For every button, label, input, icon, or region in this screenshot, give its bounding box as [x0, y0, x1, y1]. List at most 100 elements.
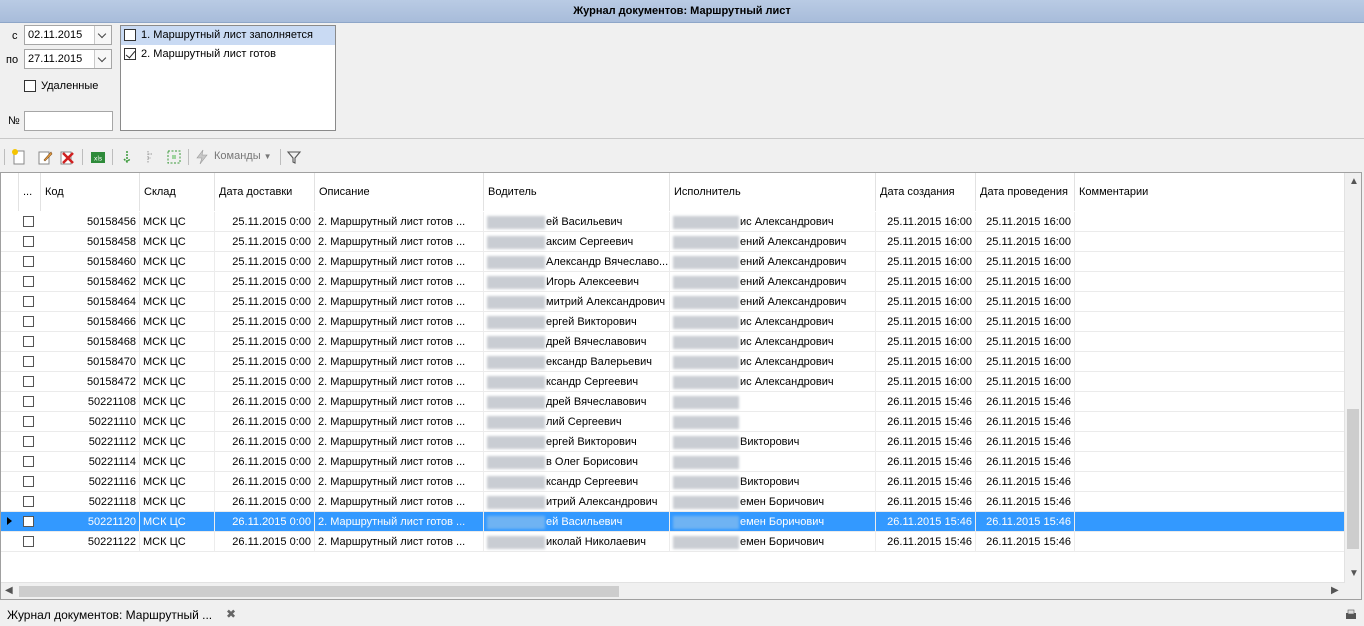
cell-posted-date-text: 26.11.2015 15:46 — [986, 476, 1071, 488]
move-down-icon[interactable] — [118, 148, 136, 166]
row-checkbox[interactable] — [23, 336, 34, 347]
step-icon[interactable] — [142, 148, 160, 166]
row-checkbox[interactable] — [23, 256, 34, 267]
cell-executor-text: ений Александрович — [740, 296, 847, 308]
row-checkbox[interactable] — [23, 416, 34, 427]
close-icon[interactable]: ✖ — [226, 607, 236, 621]
column-header-executor[interactable]: Исполнитель — [670, 173, 876, 211]
grid-select-icon[interactable] — [165, 148, 183, 166]
cell-code-text: 50221118 — [88, 496, 136, 508]
cell-warehouse: МСК ЦС — [140, 472, 215, 492]
table-row[interactable]: 50158456 МСК ЦС 25.11.2015 0:00 2. Маршрутн… — [1, 212, 1345, 232]
row-checkbox[interactable] — [23, 476, 34, 487]
cell-delivery-date-text: 25.11.2015 0:00 — [232, 256, 311, 268]
cell-code-text: 50221120 — [87, 516, 136, 528]
scroll-down-icon[interactable]: ▼ — [1349, 568, 1359, 579]
table-row[interactable]: 50158460 МСК ЦС 25.11.2015 0:00 2. Маршрутн… — [1, 252, 1345, 272]
redacted-name-block — [487, 435, 545, 449]
column-header-comments[interactable]: Комментарии — [1075, 173, 1345, 211]
cell-created-date: 25.11.2015 16:00 — [876, 312, 976, 332]
row-checkbox[interactable] — [23, 296, 34, 307]
column-header-warehouse[interactable]: Склад — [140, 173, 215, 211]
number-input[interactable] — [24, 111, 113, 131]
table-row[interactable]: 50221120 МСК ЦС 26.11.2015 0:00 2. Маршрутн… — [1, 512, 1345, 532]
table-row[interactable]: 50158468 МСК ЦС 25.11.2015 0:00 2. Маршрутн… — [1, 332, 1345, 352]
table-row[interactable]: 50158472 МСК ЦС 25.11.2015 0:00 2. Маршрутн… — [1, 372, 1345, 392]
table-row[interactable]: 50221116 МСК ЦС 26.11.2015 0:00 2. Маршрутн… — [1, 472, 1345, 492]
chevron-down-icon[interactable] — [94, 26, 111, 44]
deleted-checkbox[interactable] — [24, 80, 36, 92]
row-checkbox[interactable] — [23, 516, 34, 527]
row-checkbox[interactable] — [23, 276, 34, 287]
column-header-delivery-date[interactable]: Дата доставки — [215, 173, 315, 211]
row-checkbox[interactable] — [23, 536, 34, 547]
column-header-posted-date[interactable]: Дата проведения — [976, 173, 1075, 211]
table-row[interactable]: 50221110 МСК ЦС 26.11.2015 0:00 2. Маршрутн… — [1, 412, 1345, 432]
row-checkbox[interactable] — [23, 216, 34, 227]
row-checkbox[interactable] — [23, 356, 34, 367]
date-to-picker[interactable]: 27.11.2015 — [24, 49, 112, 69]
table-row[interactable]: 50221108 МСК ЦС 26.11.2015 0:00 2. Маршрутн… — [1, 392, 1345, 412]
cell-comments — [1075, 332, 1345, 352]
delete-icon[interactable] — [58, 148, 76, 166]
edit-document-icon[interactable] — [36, 148, 54, 166]
new-document-icon[interactable] — [10, 148, 28, 166]
date-from-picker[interactable]: 02.11.2015 — [24, 25, 112, 45]
vertical-scrollbar[interactable]: ▲ ▼ — [1344, 173, 1361, 599]
horizontal-scrollbar[interactable]: ◀ ▶ — [1, 582, 1345, 599]
row-checkbox[interactable] — [23, 436, 34, 447]
documents-grid[interactable]: ... Код Склад Дата доставки Описание Вод… — [0, 172, 1362, 600]
table-row[interactable]: 50221114 МСК ЦС 26.11.2015 0:00 2. Маршрутн… — [1, 452, 1345, 472]
column-header-code[interactable]: Код — [41, 173, 140, 211]
horizontal-scroll-thumb[interactable] — [19, 586, 619, 597]
status-item-filling[interactable]: 1. Маршрутный лист заполняется — [121, 26, 335, 45]
row-checkbox[interactable] — [23, 396, 34, 407]
cell-created-date-text: 25.11.2015 16:00 — [887, 356, 972, 368]
table-row[interactable]: 50158466 МСК ЦС 25.11.2015 0:00 2. Маршрутн… — [1, 312, 1345, 332]
cell-driver: ергей Викторович — [484, 312, 670, 332]
table-row[interactable]: 50158462 МСК ЦС 25.11.2015 0:00 2. Маршрутн… — [1, 272, 1345, 292]
cell-code: 50158460 — [41, 252, 140, 272]
table-row[interactable]: 50221118 МСК ЦС 26.11.2015 0:00 2. Маршрутн… — [1, 492, 1345, 512]
cell-delivery-date-text: 25.11.2015 0:00 — [232, 236, 311, 248]
cell-description-text: 2. Маршрутный лист готов ... — [318, 376, 466, 388]
row-checkbox[interactable] — [23, 496, 34, 507]
document-tab[interactable]: Журнал документов: Маршрутный ... — [7, 608, 212, 622]
table-row[interactable]: 50221112 МСК ЦС 26.11.2015 0:00 2. Маршрутн… — [1, 432, 1345, 452]
commands-menu-button[interactable]: Команды ▼ — [214, 150, 272, 162]
lightning-icon[interactable] — [193, 148, 211, 166]
cell-description-text: 2. Маршрутный лист готов ... — [318, 496, 466, 508]
chevron-down-icon[interactable] — [94, 50, 111, 68]
status-item-ready[interactable]: 2. Маршрутный лист готов — [121, 45, 335, 64]
scroll-up-icon[interactable]: ▲ — [1349, 176, 1359, 187]
cell-created-date-text: 25.11.2015 16:00 — [887, 336, 972, 348]
table-row[interactable]: 50221122 МСК ЦС 26.11.2015 0:00 2. Маршрутн… — [1, 532, 1345, 552]
excel-export-icon[interactable]: xls — [89, 148, 107, 166]
cell-posted-date-text: 26.11.2015 15:46 — [986, 396, 1071, 408]
cell-executor: ений Александрович — [670, 272, 876, 292]
cell-description-text: 2. Маршрутный лист готов ... — [318, 416, 466, 428]
table-row[interactable]: 50158458 МСК ЦС 25.11.2015 0:00 2. Маршрутн… — [1, 232, 1345, 252]
printer-icon[interactable] — [1344, 608, 1358, 625]
row-checkbox[interactable] — [23, 316, 34, 327]
scroll-right-icon[interactable]: ▶ — [1331, 585, 1339, 596]
column-header-driver[interactable]: Водитель — [484, 173, 670, 211]
column-header-select[interactable]: ... — [19, 173, 41, 211]
row-checkbox[interactable] — [23, 236, 34, 247]
redacted-name-block — [673, 315, 739, 329]
status-checkbox[interactable] — [124, 29, 136, 41]
filter-icon[interactable] — [285, 148, 303, 166]
cell-driver: ергей Викторович — [484, 432, 670, 452]
vertical-scroll-thumb[interactable] — [1347, 409, 1359, 549]
column-header-description[interactable]: Описание — [315, 173, 484, 211]
row-checkbox[interactable] — [23, 456, 34, 467]
row-checkbox[interactable] — [23, 376, 34, 387]
status-checkbox[interactable] — [124, 48, 136, 60]
cell-description: 2. Маршрутный лист готов ... — [315, 432, 484, 452]
table-row[interactable]: 50158470 МСК ЦС 25.11.2015 0:00 2. Маршрутн… — [1, 352, 1345, 372]
scroll-left-icon[interactable]: ◀ — [5, 585, 13, 596]
cell-executor-text: ис Александрович — [740, 216, 834, 228]
cell-created-date: 26.11.2015 15:46 — [876, 492, 976, 512]
column-header-created-date[interactable]: Дата создания — [876, 173, 976, 211]
table-row[interactable]: 50158464 МСК ЦС 25.11.2015 0:00 2. Маршрутн… — [1, 292, 1345, 312]
